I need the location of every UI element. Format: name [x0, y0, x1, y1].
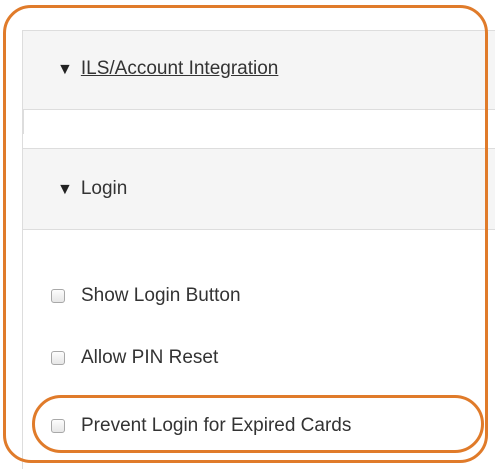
- prevent-login-expired-cards-option[interactable]: Prevent Login for Expired Cards: [51, 413, 351, 439]
- allow-pin-reset-label: Allow PIN Reset: [81, 347, 219, 368]
- show-login-button-option[interactable]: Show Login Button: [51, 283, 241, 309]
- prevent-login-expired-cards-checkbox[interactable]: [51, 419, 65, 433]
- caret-down-icon: ▼: [57, 61, 73, 78]
- caret-down-icon: ▼: [57, 181, 73, 198]
- section-gap: [23, 110, 495, 148]
- settings-screenshot: ▼ ILS/Account Integration ▼ Login Show Log…: [0, 0, 495, 469]
- settings-panel: ▼ ILS/Account Integration ▼ Login Show Log…: [22, 30, 495, 469]
- section-title-ils: ▼ ILS/Account Integration: [57, 58, 278, 81]
- allow-pin-reset-checkbox[interactable]: [51, 351, 65, 365]
- show-login-button-label: Show Login Button: [81, 285, 241, 306]
- login-section-label: Login: [80, 178, 128, 199]
- section-title-login: ▼ Login: [57, 178, 127, 201]
- section-header-ils-account-integration[interactable]: ▼ ILS/Account Integration: [23, 30, 495, 110]
- login-section-body: Show Login Button Allow PIN Reset Preven…: [23, 230, 495, 469]
- ils-account-integration-link[interactable]: ILS/Account Integration: [81, 58, 279, 79]
- section-header-login[interactable]: ▼ Login: [23, 148, 495, 230]
- prevent-login-expired-cards-label: Prevent Login for Expired Cards: [81, 415, 352, 436]
- allow-pin-reset-option[interactable]: Allow PIN Reset: [51, 345, 218, 371]
- divider: [23, 110, 24, 134]
- show-login-button-checkbox[interactable]: [51, 289, 65, 303]
